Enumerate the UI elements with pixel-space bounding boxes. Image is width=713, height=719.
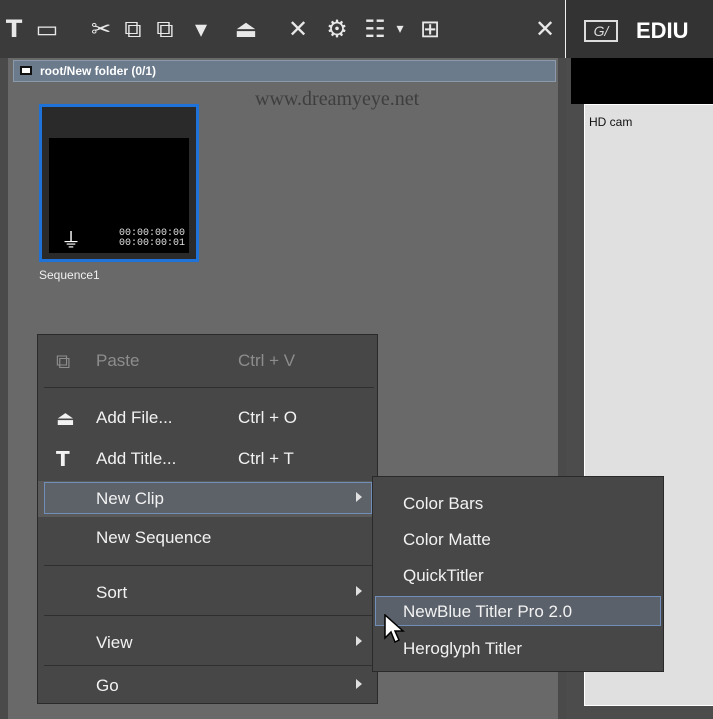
submenu-item-heroglyph-titler[interactable]: Heroglyph Titler xyxy=(373,632,663,665)
paste-shortcut: Ctrl + V xyxy=(238,351,296,370)
menu-item-new-sequence[interactable]: New Sequence xyxy=(38,520,378,556)
properties-icon[interactable]: ⚙ xyxy=(322,14,352,44)
newblue-titler-label: NewBlue Titler Pro 2.0 xyxy=(403,602,573,621)
new-clip-label: New Clip xyxy=(96,489,165,508)
submenu-item-color-matte[interactable]: Color Matte xyxy=(373,523,663,556)
menu-divider xyxy=(44,565,374,566)
close-icon[interactable]: ✕ xyxy=(530,14,560,44)
logo-icon: G/ xyxy=(584,20,618,42)
bin-icon[interactable]: ⊞ xyxy=(410,14,450,44)
view-label: View xyxy=(96,633,133,652)
timecode-out: 00:00:00:01 xyxy=(118,238,185,249)
bin-toolbar: T ▭ ✂ ⧉ ⧉ ▾ ⏏ ✕ ⚙ ☷ ▾ ⊞ ✕ xyxy=(0,0,565,58)
delete-icon[interactable]: ✕ xyxy=(280,14,316,44)
preview-title-bar: G/ EDIU xyxy=(566,0,713,58)
menu-highlight xyxy=(44,482,372,514)
title-icon[interactable]: T xyxy=(4,14,24,44)
submenu-arrow-icon xyxy=(356,636,362,646)
add-file-icon: ⏏ xyxy=(56,406,75,430)
submenu-arrow-icon xyxy=(356,586,362,596)
menu-item-paste[interactable]: ⧉ Paste Ctrl + V xyxy=(38,343,378,379)
watermark: www.dreamyeye.net xyxy=(255,88,420,110)
sequence-icon: ⏚ xyxy=(61,228,81,252)
hd-cam-label: HD cam xyxy=(589,115,633,129)
pin-icon[interactable]: ▾ xyxy=(186,14,216,44)
import-icon[interactable]: ⏏ xyxy=(226,14,266,44)
go-label: Go xyxy=(96,676,119,695)
new-sequence-label: New Sequence xyxy=(96,528,212,547)
mouse-cursor-icon xyxy=(384,614,405,644)
submenu-item-quicktitler[interactable]: QuickTitler xyxy=(373,559,663,592)
add-title-label: Add Title... xyxy=(96,449,177,468)
paste-label: Paste xyxy=(96,351,140,370)
menu-divider xyxy=(44,615,374,616)
folder-icon xyxy=(20,66,32,75)
menu-item-add-file[interactable]: ⏏ Add File... Ctrl + O xyxy=(38,400,378,436)
color-matte-label: Color Matte xyxy=(403,530,491,549)
new-clip-submenu: Color Bars Color Matte QuickTitler NewBl… xyxy=(372,476,664,672)
sort-label: Sort xyxy=(96,583,128,602)
paste-icon[interactable]: ⧉ xyxy=(150,14,180,44)
submenu-arrow-icon xyxy=(356,492,362,502)
folder-path: root/New folder (0/1) xyxy=(40,64,157,78)
submenu-item-newblue-titler[interactable]: NewBlue Titler Pro 2.0 xyxy=(373,595,663,628)
add-file-shortcut: Ctrl + O xyxy=(238,408,298,427)
submenu-arrow-icon xyxy=(356,679,362,689)
context-menu: ⧉ Paste Ctrl + V ⏏ Add File... Ctrl + O … xyxy=(37,334,378,704)
add-title-shortcut: Ctrl + T xyxy=(238,449,294,468)
heroglyph-titler-label: Heroglyph Titler xyxy=(403,639,523,658)
menu-item-add-title[interactable]: T Add Title... Ctrl + T xyxy=(38,441,378,477)
menu-item-go[interactable]: Go xyxy=(38,668,378,704)
menu-item-view[interactable]: View xyxy=(38,625,378,661)
color-bars-label: Color Bars xyxy=(403,494,484,513)
folder-path-bar: root/New folder (0/1) xyxy=(13,60,556,82)
preview-black-area xyxy=(571,58,713,104)
quicktitler-label: QuickTitler xyxy=(403,566,484,585)
title-icon: T xyxy=(56,447,70,471)
cut-icon[interactable]: ✂ xyxy=(88,14,114,44)
app-title: EDIU xyxy=(636,18,689,43)
clip-thumbnail[interactable]: ⏚ 00:00:00:00 00:00:00:01 xyxy=(39,104,199,262)
monitor-icon[interactable]: ▭ xyxy=(32,14,62,44)
panel-border-left xyxy=(0,58,8,719)
menu-divider xyxy=(44,665,374,666)
submenu-item-color-bars[interactable]: Color Bars xyxy=(373,487,663,520)
menu-divider xyxy=(44,387,374,388)
clip-name[interactable]: Sequence1 xyxy=(39,268,100,282)
menu-item-sort[interactable]: Sort xyxy=(38,575,378,611)
copy-icon[interactable]: ⧉ xyxy=(118,14,148,44)
view-mode-icon[interactable]: ☷ xyxy=(360,14,390,44)
paste-icon: ⧉ xyxy=(56,349,71,373)
chevron-down-icon[interactable]: ▾ xyxy=(392,14,408,44)
add-file-label: Add File... xyxy=(96,408,173,427)
clip-preview: ⏚ 00:00:00:00 00:00:00:01 xyxy=(49,138,189,253)
menu-item-new-clip[interactable]: New Clip xyxy=(38,481,378,517)
